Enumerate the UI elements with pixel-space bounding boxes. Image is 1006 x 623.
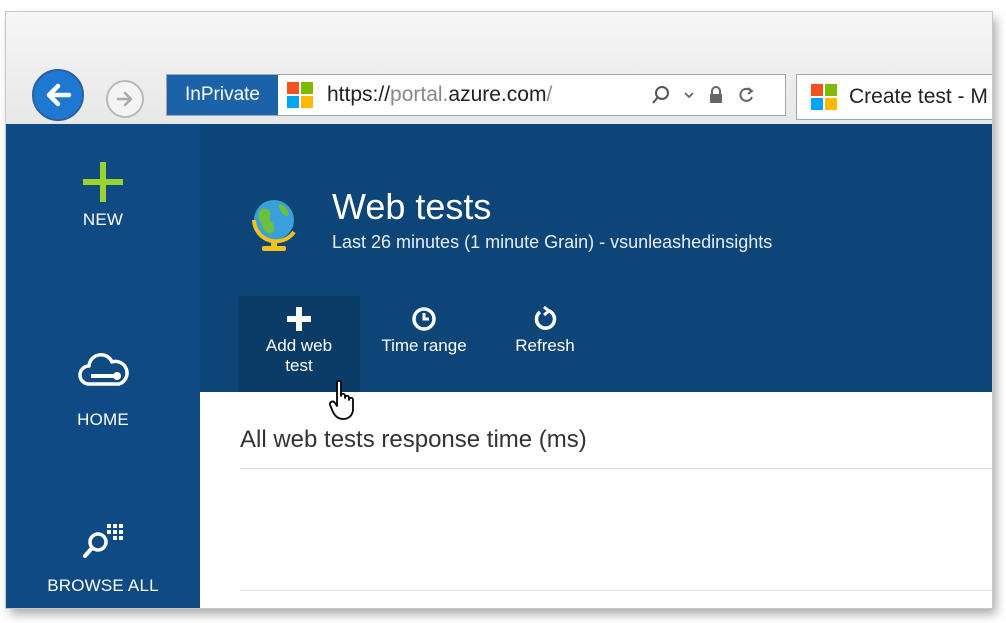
add-web-test-button[interactable]: Add web test <box>238 296 360 392</box>
forward-button[interactable] <box>106 80 144 118</box>
toolbar-label: test <box>285 356 313 375</box>
back-button[interactable] <box>32 69 84 121</box>
reload-icon[interactable] <box>737 84 755 105</box>
address-bar[interactable]: InPrivate https://portal.azure.com/ <box>166 74 786 116</box>
chart-part-title: All web tests response time (ms) <box>240 426 587 453</box>
globe-icon <box>252 200 296 251</box>
address-bar-icons <box>651 75 763 115</box>
dropdown-icon[interactable] <box>684 84 699 105</box>
forward-arrow-icon <box>116 91 133 107</box>
refresh-icon <box>534 306 557 330</box>
portal-sidebar: NEW HOME BROWSE ALL <box>6 124 200 608</box>
clock-icon <box>412 307 436 331</box>
microsoft-logo-icon <box>811 84 837 110</box>
sidebar-item-label: BROWSE ALL <box>47 576 159 595</box>
url-text[interactable]: https://portal.azure.com/ <box>327 75 552 115</box>
plus-icon <box>83 162 123 202</box>
screenshot-frame: InPrivate https://portal.azure.com/ Crea… <box>6 12 992 608</box>
blade-title: Web tests <box>332 186 492 227</box>
toolbar-label: Refresh <box>515 336 575 355</box>
blade-content: All web tests response time (ms) <box>200 392 992 608</box>
divider <box>240 590 992 591</box>
sidebar-item-home[interactable]: HOME <box>6 350 200 430</box>
blade-subtitle: Last 26 minutes (1 minute Grain) - vsunl… <box>332 232 773 252</box>
plus-icon <box>287 307 311 331</box>
hand-cursor-icon <box>328 379 354 420</box>
time-range-button[interactable]: Time range <box>366 296 482 392</box>
cloud-icon <box>78 353 129 386</box>
sidebar-item-browse-all[interactable]: BROWSE ALL <box>6 520 200 596</box>
sidebar-item-new[interactable]: NEW <box>6 160 200 230</box>
toolbar-label: Add web <box>265 336 333 355</box>
browse-icon <box>83 524 123 558</box>
sidebar-item-label: NEW <box>82 210 124 229</box>
sidebar-item-label: HOME <box>77 410 129 429</box>
toolbar-label: Time range <box>381 336 467 355</box>
tab-title: Create test - M <box>849 85 988 108</box>
divider <box>240 468 992 469</box>
browser-tab[interactable]: Create test - M <box>796 74 992 120</box>
browser-chrome: InPrivate https://portal.azure.com/ Crea… <box>6 12 992 124</box>
blade-header: Web tests Last 26 minutes (1 minute Grai… <box>200 124 992 392</box>
search-icon[interactable] <box>651 84 676 105</box>
inprivate-badge: InPrivate <box>167 75 278 115</box>
microsoft-logo-icon <box>287 82 313 108</box>
refresh-button[interactable]: Refresh <box>502 296 588 392</box>
back-arrow-icon <box>46 83 72 107</box>
lock-icon[interactable] <box>708 84 729 105</box>
